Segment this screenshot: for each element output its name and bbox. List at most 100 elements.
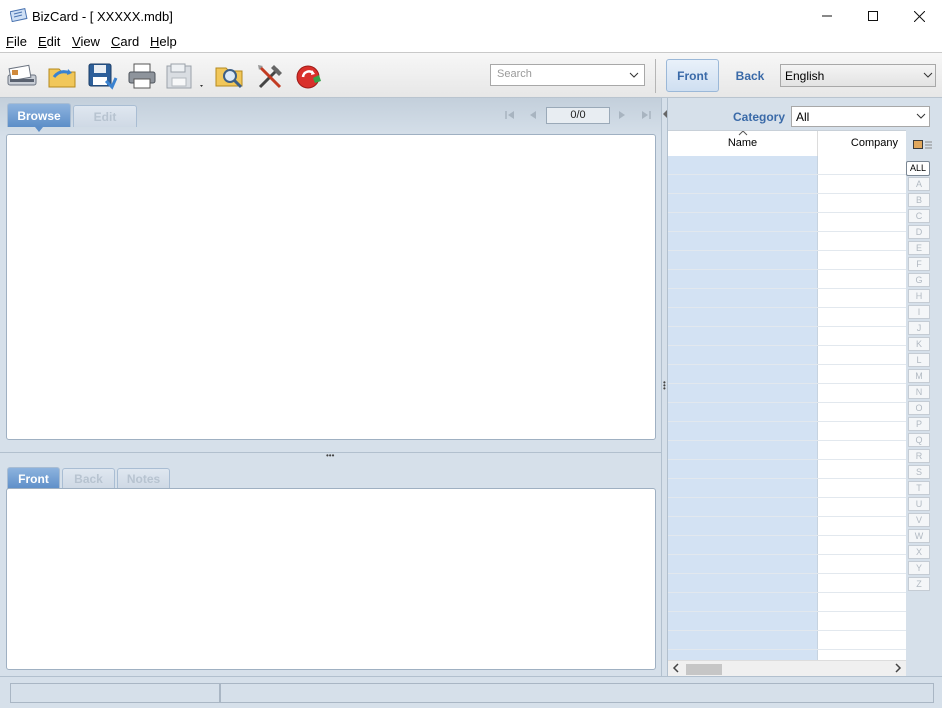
name-cell[interactable]: [668, 403, 818, 421]
table-row[interactable]: [668, 498, 906, 517]
name-cell[interactable]: [668, 593, 818, 611]
table-row[interactable]: [668, 384, 906, 403]
tools-icon[interactable]: [254, 60, 286, 92]
alphabet-button-w[interactable]: W: [908, 529, 930, 543]
company-cell[interactable]: [819, 422, 906, 440]
table-row[interactable]: [668, 365, 906, 384]
company-cell[interactable]: [819, 650, 906, 660]
name-cell[interactable]: [668, 194, 818, 212]
table-row[interactable]: [668, 479, 906, 498]
alphabet-button-c[interactable]: C: [908, 209, 930, 223]
name-cell[interactable]: [668, 156, 818, 174]
alphabet-button-all[interactable]: ALL: [906, 161, 930, 176]
alphabet-button-e[interactable]: E: [908, 241, 930, 255]
company-cell[interactable]: [819, 574, 906, 592]
company-cell[interactable]: [819, 308, 906, 326]
table-row[interactable]: [668, 612, 906, 631]
company-cell[interactable]: [819, 194, 906, 212]
tab-notes[interactable]: Notes: [117, 468, 170, 488]
name-cell[interactable]: [668, 555, 818, 573]
table-row[interactable]: [668, 327, 906, 346]
name-cell[interactable]: [668, 251, 818, 269]
alphabet-button-r[interactable]: R: [908, 449, 930, 463]
menu-edit[interactable]: Edit: [38, 34, 60, 49]
save-icon[interactable]: [86, 60, 118, 92]
company-cell[interactable]: [819, 384, 906, 402]
name-cell[interactable]: [668, 650, 818, 660]
card-list-grid[interactable]: Name Company: [668, 130, 906, 660]
company-cell[interactable]: [819, 441, 906, 459]
alphabet-button-s[interactable]: S: [908, 465, 930, 479]
alphabet-button-x[interactable]: X: [908, 545, 930, 559]
chevron-down-icon[interactable]: [923, 68, 933, 85]
name-cell[interactable]: [668, 270, 818, 288]
alphabet-button-u[interactable]: U: [908, 497, 930, 511]
close-button[interactable]: [896, 0, 942, 32]
alphabet-button-g[interactable]: G: [908, 273, 930, 287]
table-row[interactable]: [668, 175, 906, 194]
table-row[interactable]: [668, 308, 906, 327]
horizontal-scrollbar[interactable]: [668, 660, 906, 676]
table-row[interactable]: [668, 194, 906, 213]
company-cell[interactable]: [819, 327, 906, 345]
minimize-button[interactable]: [804, 0, 850, 32]
tab-edit[interactable]: Edit: [73, 105, 137, 127]
scroll-left-icon[interactable]: [672, 662, 679, 677]
scrollbar-thumb[interactable]: [686, 664, 722, 675]
company-cell[interactable]: [819, 593, 906, 611]
alphabet-button-n[interactable]: N: [908, 385, 930, 399]
company-cell[interactable]: [819, 289, 906, 307]
table-row[interactable]: [668, 555, 906, 574]
name-cell[interactable]: [668, 422, 818, 440]
import-icon[interactable]: [46, 60, 78, 92]
name-cell[interactable]: [668, 441, 818, 459]
table-row[interactable]: [668, 232, 906, 251]
table-row[interactable]: [668, 346, 906, 365]
menu-card[interactable]: Card: [111, 34, 139, 49]
name-cell[interactable]: [668, 289, 818, 307]
scan-icon[interactable]: [6, 60, 38, 92]
company-cell[interactable]: [819, 517, 906, 535]
name-cell[interactable]: [668, 213, 818, 231]
previous-record-icon[interactable]: [529, 110, 537, 123]
name-cell[interactable]: [668, 517, 818, 535]
name-cell[interactable]: [668, 631, 818, 649]
alphabet-button-y[interactable]: Y: [908, 561, 930, 575]
alphabet-button-i[interactable]: I: [908, 305, 930, 319]
table-row[interactable]: [668, 270, 906, 289]
tab-back[interactable]: Back: [62, 468, 115, 488]
alphabet-button-j[interactable]: J: [908, 321, 930, 335]
table-row[interactable]: [668, 650, 906, 660]
table-row[interactable]: [668, 441, 906, 460]
company-cell[interactable]: [819, 346, 906, 364]
company-cell[interactable]: [819, 270, 906, 288]
table-row[interactable]: [668, 536, 906, 555]
vertical-splitter[interactable]: • • •: [661, 98, 668, 676]
alphabet-button-q[interactable]: Q: [908, 433, 930, 447]
chevron-down-icon[interactable]: [626, 67, 642, 83]
alphabet-button-h[interactable]: H: [908, 289, 930, 303]
alphabet-button-b[interactable]: B: [908, 193, 930, 207]
company-cell[interactable]: [819, 251, 906, 269]
search-combobox[interactable]: Search: [490, 64, 645, 86]
company-cell[interactable]: [819, 232, 906, 250]
alphabet-button-d[interactable]: D: [908, 225, 930, 239]
company-cell[interactable]: [819, 403, 906, 421]
alphabet-button-f[interactable]: F: [908, 257, 930, 271]
alphabet-button-v[interactable]: V: [908, 513, 930, 527]
card-image-view[interactable]: [6, 488, 656, 670]
alphabet-button-z[interactable]: Z: [908, 577, 930, 591]
company-cell[interactable]: [819, 175, 906, 193]
name-cell[interactable]: [668, 308, 818, 326]
table-row[interactable]: [668, 593, 906, 612]
table-row[interactable]: [668, 403, 906, 422]
name-cell[interactable]: [668, 612, 818, 630]
scroll-right-icon[interactable]: [895, 662, 902, 677]
front-button[interactable]: Front: [666, 59, 719, 92]
table-row[interactable]: [668, 289, 906, 308]
table-row[interactable]: [668, 631, 906, 650]
card-browse-view[interactable]: [6, 134, 656, 440]
table-row[interactable]: [668, 251, 906, 270]
alphabet-button-a[interactable]: A: [908, 177, 930, 191]
maximize-button[interactable]: [850, 0, 896, 32]
